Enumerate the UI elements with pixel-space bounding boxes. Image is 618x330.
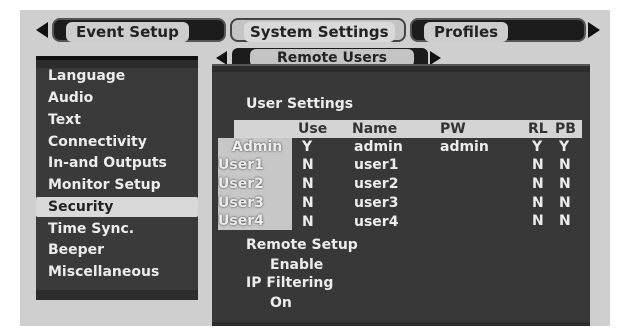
cell-user3-rl[interactable]: N [532,194,544,212]
remote-setup-value[interactable]: Enable [270,256,323,274]
cell-user4-name[interactable]: user4 [354,213,398,231]
col-header-pb: PB [555,121,576,137]
col-header-use: Use [298,121,328,137]
menu-item-in-and-outputs[interactable]: In-and Outputs [48,153,167,173]
cell-admin-pw[interactable]: admin [440,138,489,156]
cell-user3-use[interactable]: N [302,194,314,212]
tab-left-arrow-icon[interactable] [36,22,48,38]
cell-user3-pb[interactable]: N [559,194,571,212]
menu-item-security[interactable]: Security [36,197,198,217]
menu-item-beeper[interactable]: Beeper [48,240,104,260]
subtab-left-arrow-icon[interactable] [216,51,227,65]
menu-item-audio[interactable]: Audio [48,88,93,108]
menu-item-miscellaneous[interactable]: Miscellaneous [48,262,159,282]
row-label-admin: Admin [232,139,283,155]
tab-profiles[interactable]: Profiles [410,18,586,42]
cell-user1-use[interactable]: N [302,156,314,174]
tab-event-setup-label: Event Setup [66,22,189,42]
cell-user2-pb[interactable]: N [559,175,571,193]
tab-system-settings-label: System Settings [244,22,395,42]
menu-item-connectivity[interactable]: Connectivity [48,132,147,152]
row-label-user1: User1 [218,157,264,173]
row-label-user4: User4 [218,213,264,229]
menu-item-time-sync[interactable]: Time Sync. [48,219,134,239]
menu-item-text[interactable]: Text [48,110,81,130]
user-settings-title: User Settings [246,96,354,112]
cell-admin-use[interactable]: Y [302,138,312,156]
ip-filtering-label: IP Filtering [246,275,334,291]
cell-user1-pb[interactable]: N [559,156,571,174]
cell-admin-pb[interactable]: Y [559,138,569,156]
cell-admin-name[interactable]: admin [354,138,403,156]
row-label-user3: User3 [218,195,264,211]
tab-event-setup[interactable]: Event Setup [52,18,226,42]
cell-user4-pb[interactable]: N [559,212,571,230]
menu-item-language[interactable]: Language [48,66,125,86]
row-label-user2: User2 [218,176,264,192]
col-header-name: Name [352,121,398,137]
cell-user2-use[interactable]: N [302,175,314,193]
cell-user2-name[interactable]: user2 [354,175,398,193]
tab-profiles-label: Profiles [424,22,509,42]
menu-item-monitor-setup[interactable]: Monitor Setup [48,175,161,195]
tab-system-settings[interactable]: System Settings [230,18,406,42]
ip-filtering-value[interactable]: On [270,294,292,312]
cell-user1-rl[interactable]: N [532,156,544,174]
cell-admin-rl[interactable]: Y [532,138,542,156]
cell-user4-use[interactable]: N [302,213,314,231]
col-header-rl: RL [528,121,548,137]
subtab-right-arrow-icon[interactable] [430,51,441,65]
cell-user3-name[interactable]: user3 [354,194,398,212]
remote-setup-label: Remote Setup [246,237,358,253]
cell-user2-rl[interactable]: N [532,175,544,193]
col-header-pw: PW [440,121,466,137]
cell-user1-name[interactable]: user1 [354,156,398,174]
cell-user4-rl[interactable]: N [532,212,544,230]
tab-right-arrow-icon[interactable] [588,22,600,38]
